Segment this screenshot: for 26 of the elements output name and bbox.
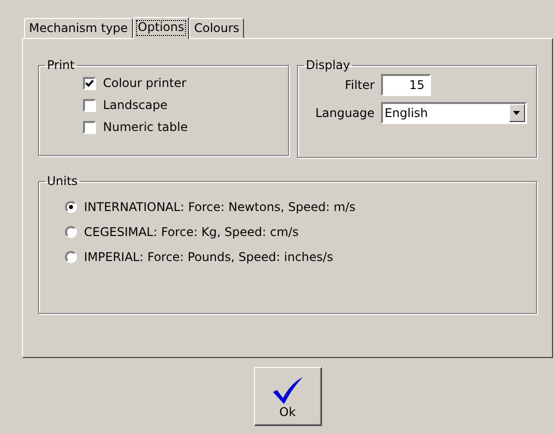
radio-button[interactable]	[65, 226, 77, 238]
radio-label: CEGESIMAL: Force: Kg, Speed: cm/s	[84, 225, 299, 239]
checkmark-icon	[270, 374, 304, 404]
field-label: Filter	[344, 78, 375, 92]
checkbox[interactable]	[83, 98, 96, 112]
radio-button[interactable]	[65, 251, 77, 263]
tab[interactable]: Mechanism type	[24, 18, 133, 38]
group-title: Display	[304, 58, 352, 72]
group-title: Units	[46, 174, 79, 188]
checkbox-label: Numeric table	[103, 120, 188, 134]
checkbox-label: Colour printer	[103, 76, 186, 90]
group-title: Print	[46, 58, 76, 72]
field-label: Language	[315, 106, 375, 120]
dropdown-button[interactable]	[508, 104, 525, 122]
caret-icon	[513, 111, 520, 115]
ok-button[interactable]: Ok	[254, 367, 322, 426]
checkbox[interactable]	[83, 120, 96, 134]
radio-label: IMPERIAL: Force: Pounds, Speed: inches/s	[84, 250, 334, 264]
radio-label: INTERNATIONAL: Force: Newtons, Speed: m/s	[84, 200, 356, 214]
checkbox[interactable]	[83, 76, 96, 90]
checkbox-label: Landscape	[103, 98, 168, 112]
language-dropdown[interactable]: English	[380, 102, 527, 124]
tab[interactable]: Options	[132, 17, 190, 39]
filter-field[interactable]: 15	[380, 74, 431, 96]
tab[interactable]: Colours	[189, 18, 244, 38]
radio-button[interactable]	[65, 201, 77, 213]
